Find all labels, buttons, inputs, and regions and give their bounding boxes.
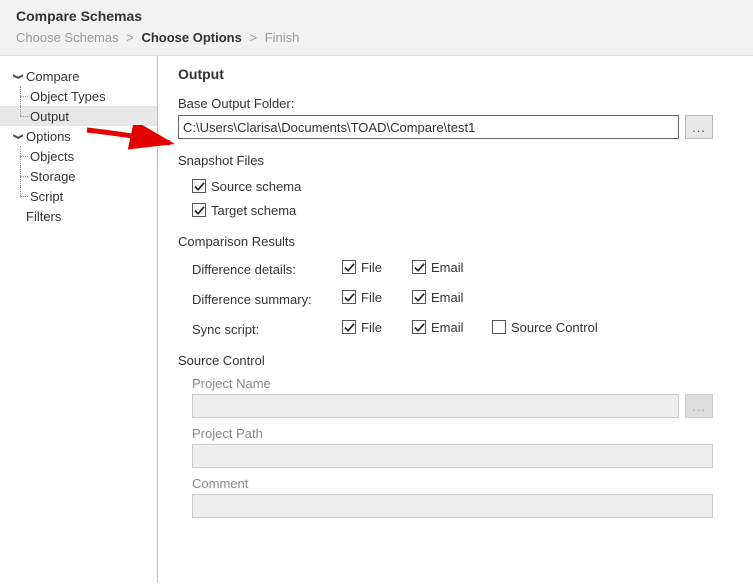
project-name-input — [192, 394, 679, 418]
file-label: File — [361, 320, 382, 335]
content-panel: Output Base Output Folder: ... Snapshot … — [158, 56, 753, 583]
tree-label: Script — [30, 189, 63, 204]
email-label: Email — [431, 260, 464, 275]
breadcrumb-sep: > — [126, 30, 134, 45]
panel-title: Output — [178, 66, 713, 82]
comment-label: Comment — [192, 476, 713, 491]
tree-node-filters[interactable]: Filters — [10, 206, 157, 226]
base-folder-label: Base Output Folder: — [178, 96, 713, 111]
breadcrumb-step-1[interactable]: Choose Schemas — [16, 30, 119, 45]
tree-node-storage[interactable]: Storage — [10, 166, 157, 186]
diff-summary-file-checkbox[interactable] — [342, 290, 356, 304]
diff-details-file-checkbox[interactable] — [342, 260, 356, 274]
project-name-browse-button: ... — [685, 394, 713, 418]
source-schema-label: Source schema — [211, 179, 301, 194]
file-label: File — [361, 290, 382, 305]
project-path-label: Project Path — [192, 426, 713, 441]
project-path-input — [192, 444, 713, 468]
sync-script-source-control-checkbox[interactable] — [492, 320, 506, 334]
source-control-label: Source Control — [511, 320, 598, 335]
file-label: File — [361, 260, 382, 275]
breadcrumb: Choose Schemas > Choose Options > Finish — [16, 30, 737, 45]
project-name-label: Project Name — [192, 376, 713, 391]
comment-input — [192, 494, 713, 518]
email-label: Email — [431, 290, 464, 305]
sidebar: ❱ Compare Object Types Output ❱ Options … — [0, 56, 158, 583]
tree-label: Options — [26, 129, 71, 144]
chevron-down-icon[interactable]: ❱ — [13, 70, 24, 82]
chevron-down-icon[interactable]: ❱ — [13, 130, 24, 142]
tree-label: Objects — [30, 149, 74, 164]
source-control-section-title: Source Control — [178, 353, 713, 368]
breadcrumb-step-2[interactable]: Choose Options — [141, 30, 241, 45]
email-label: Email — [431, 320, 464, 335]
target-schema-label: Target schema — [211, 203, 296, 218]
tree-node-output[interactable]: Output — [0, 106, 157, 126]
sync-script-file-checkbox[interactable] — [342, 320, 356, 334]
browse-button[interactable]: ... — [685, 115, 713, 139]
sync-script-label: Sync script: — [192, 322, 342, 337]
page-title: Compare Schemas — [16, 8, 737, 24]
tree-label: Object Types — [30, 89, 106, 104]
nav-tree: ❱ Compare Object Types Output ❱ Options … — [10, 66, 157, 226]
tree-label: Filters — [26, 209, 61, 224]
tree-label: Output — [30, 109, 69, 124]
diff-summary-email-checkbox[interactable] — [412, 290, 426, 304]
tree-node-compare[interactable]: ❱ Compare — [10, 66, 157, 86]
tree-node-objects[interactable]: Objects — [10, 146, 157, 166]
source-schema-checkbox[interactable] — [192, 179, 206, 193]
tree-label: Storage — [30, 169, 76, 184]
breadcrumb-step-3[interactable]: Finish — [265, 30, 300, 45]
tree-node-options[interactable]: ❱ Options — [10, 126, 157, 146]
sync-script-email-checkbox[interactable] — [412, 320, 426, 334]
results-section-title: Comparison Results — [178, 234, 713, 249]
tree-node-object-types[interactable]: Object Types — [10, 86, 157, 106]
diff-summary-label: Difference summary: — [192, 292, 342, 307]
wizard-header: Compare Schemas Choose Schemas > Choose … — [0, 0, 753, 56]
diff-details-label: Difference details: — [192, 262, 342, 277]
base-folder-input[interactable] — [178, 115, 679, 139]
breadcrumb-sep: > — [249, 30, 257, 45]
diff-details-email-checkbox[interactable] — [412, 260, 426, 274]
snapshot-section-title: Snapshot Files — [178, 153, 713, 168]
tree-node-script[interactable]: Script — [10, 186, 157, 206]
tree-label: Compare — [26, 69, 79, 84]
target-schema-checkbox[interactable] — [192, 203, 206, 217]
